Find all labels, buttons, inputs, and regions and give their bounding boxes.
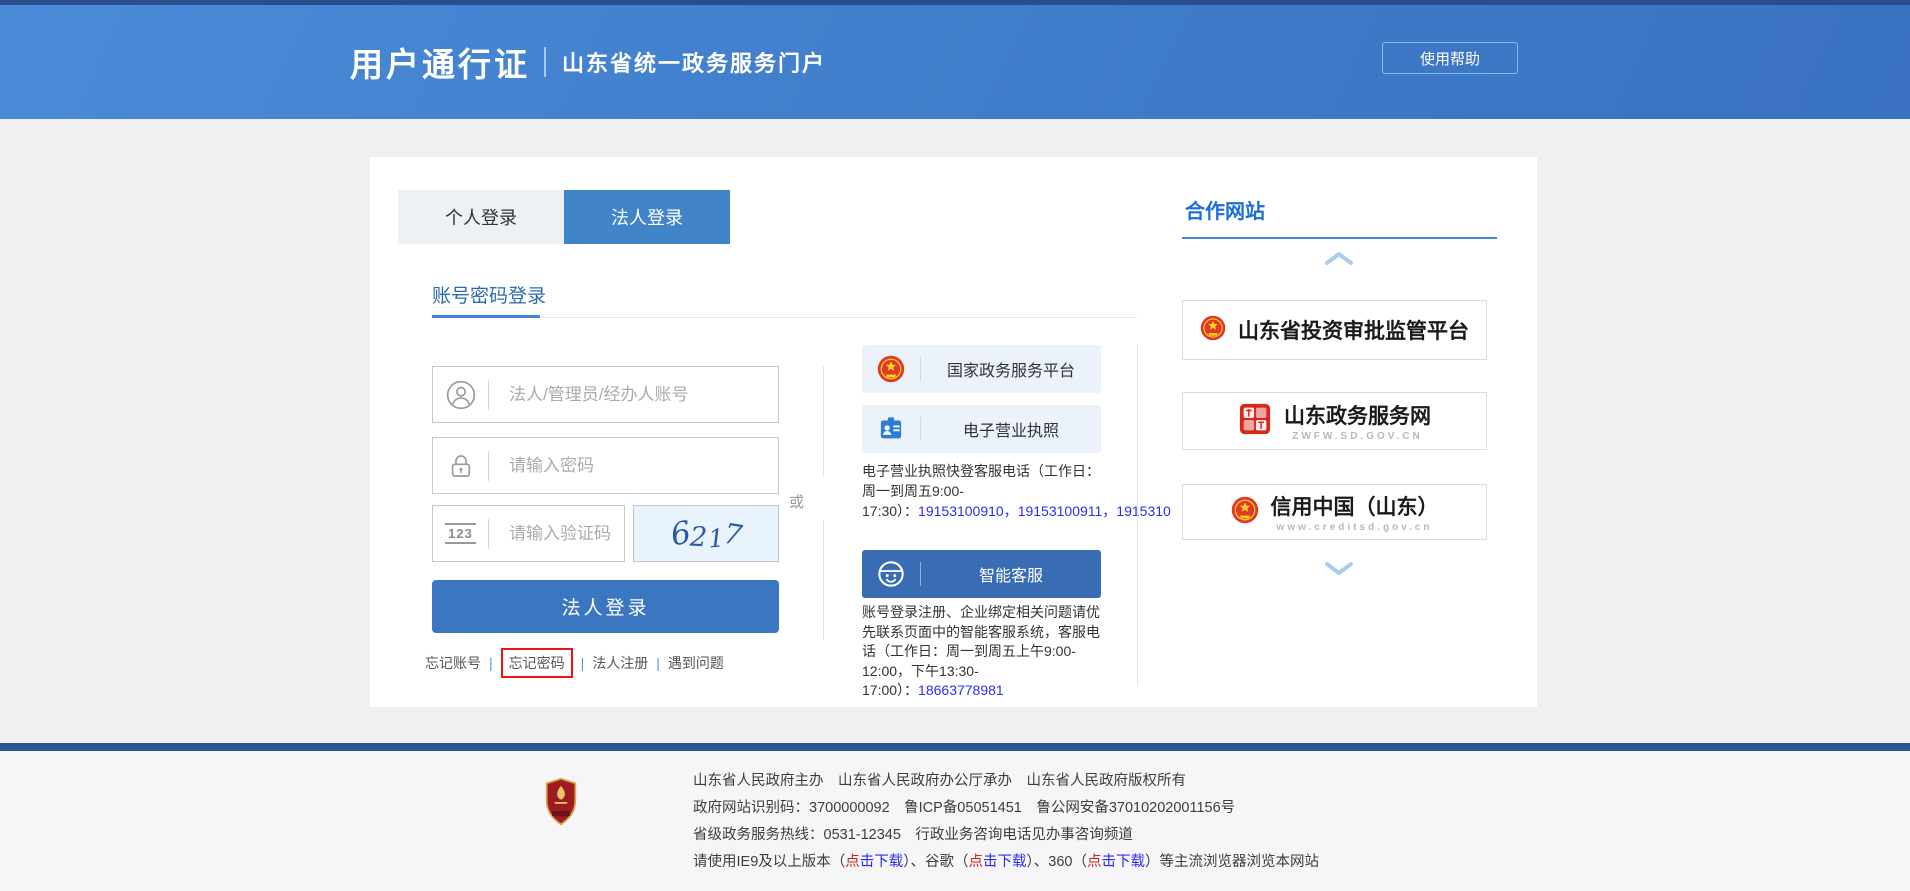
section-title: 账号密码登录 <box>432 281 546 308</box>
partner-sites-underline <box>1182 237 1497 239</box>
elicense-badge-icon <box>862 415 920 443</box>
account-input[interactable] <box>489 385 778 405</box>
smart-service-note: 账号登录注册、企业绑定相关问题请优 先联系页面中的智能客服系统，客服电 话（工作… <box>862 603 1114 701</box>
download-link-ie[interactable]: 点击下载 <box>845 854 903 870</box>
partner-site-investment-platform[interactable]: 山东省投资审批监管平台 <box>1182 300 1487 360</box>
chevron-up-icon[interactable] <box>1324 250 1354 266</box>
helper-links: 忘记账号 | 忘记密码 | 法人注册 | 遇到问题 <box>425 647 724 679</box>
login-card: 个人登录 法人登录 账号密码登录 123 <box>370 157 1537 707</box>
met-problem-link[interactable]: 遇到问题 <box>668 653 724 673</box>
partner-site-label: 信用中国（山东） <box>1271 491 1439 521</box>
partner-site-url: www.creditsd.gov.cn <box>1277 522 1433 533</box>
national-emblem-icon <box>862 355 920 383</box>
note-line: 周一到周五9:00- <box>862 481 1188 501</box>
captcha-123-icon: 123 <box>433 523 488 544</box>
zwfw-seal-icon <box>1238 402 1272 441</box>
captcha-field[interactable]: 123 <box>432 505 625 562</box>
smart-service-button[interactable]: 智能客服 <box>862 550 1101 598</box>
note-line: 账号登录注册、企业绑定相关问题请优 <box>862 603 1114 623</box>
elicense-note: 电子营业执照快登客服电话（工作日： 周一到周五9:00- 17:30）：1915… <box>862 461 1188 521</box>
footer-line-4: 请使用IE9及以上版本（点击下载）、谷歌（点击下载）、360（点击下载）等主流浏… <box>693 849 1319 876</box>
partner-site-label: 山东省投资审批监管平台 <box>1238 315 1469 345</box>
footer: 山东省人民政府主办 山东省人民政府办公厅承办 山东省人民政府版权所有 政府网站识… <box>0 751 1910 891</box>
brand-group: 用户通行证 山东省统一政务服务门户 <box>350 5 826 119</box>
help-button[interactable]: 使用帮助 <box>1382 42 1518 74</box>
footer-line-2: 政府网站识别码：3700000092 鲁ICP备05051451 鲁公网安备37… <box>693 795 1319 822</box>
elicense-button[interactable]: 电子营业执照 <box>862 405 1101 453</box>
note-line: 17:00）：18663778981 <box>862 681 1114 701</box>
column-divider <box>823 520 824 640</box>
link-separator: | <box>581 655 585 671</box>
lock-icon <box>433 451 488 481</box>
download-link-360[interactable]: 点击下载 <box>1087 854 1145 870</box>
link-separator: | <box>489 655 493 671</box>
column-divider <box>823 366 824 477</box>
password-field[interactable] <box>432 437 779 494</box>
partner-site-text: 信用中国（山东） www.creditsd.gov.cn <box>1271 491 1439 533</box>
section-underline <box>432 315 540 318</box>
link-separator: | <box>656 655 660 671</box>
smart-service-robot-icon <box>862 559 920 589</box>
partner-site-credit-china[interactable]: 信用中国（山东） www.creditsd.gov.cn <box>1182 484 1487 540</box>
smart-service-phone-link[interactable]: 18663778981 <box>918 682 1004 698</box>
captcha-image[interactable]: 6217 <box>633 505 779 562</box>
national-platform-label: 国家政务服务平台 <box>921 357 1101 381</box>
partner-site-label: 山东政务服务网 <box>1284 400 1431 430</box>
captcha-input[interactable] <box>489 524 624 544</box>
brand-divider <box>544 47 546 77</box>
partner-site-url: ZWFW.SD.GOV.CN <box>1292 431 1423 442</box>
smart-service-label: 智能客服 <box>921 562 1101 586</box>
footer-line-1: 山东省人民政府主办 山东省人民政府办公厅承办 山东省人民政府版权所有 <box>693 768 1319 795</box>
header: 用户通行证 山东省统一政务服务门户 使用帮助 <box>0 5 1910 119</box>
national-platform-button[interactable]: 国家政务服务平台 <box>862 345 1101 393</box>
national-emblem-icon <box>1200 315 1226 346</box>
elicense-label: 电子营业执照 <box>921 417 1101 441</box>
footer-line-3: 省级政务服务热线：0531-12345 行政业务咨询电话见办事咨询频道 <box>693 822 1319 849</box>
forgot-password-link[interactable]: 忘记密码 <box>509 655 565 671</box>
national-emblem-icon <box>1231 496 1259 529</box>
forgot-account-link[interactable]: 忘记账号 <box>425 653 481 673</box>
legal-login-button[interactable]: 法人登录 <box>432 580 779 633</box>
password-input[interactable] <box>489 456 778 476</box>
note-line: 话（工作日：周一到周五上午9:00- <box>862 642 1114 662</box>
footer-divider-bar <box>0 743 1910 751</box>
note-line: 电子营业执照快登客服电话（工作日： <box>862 461 1188 481</box>
column-divider <box>1137 345 1138 686</box>
captcha-code: 6217 <box>671 516 742 552</box>
partner-sites-title: 合作网站 <box>1185 195 1265 224</box>
chevron-down-icon[interactable] <box>1324 561 1354 577</box>
or-label: 或 <box>789 491 804 512</box>
download-link-chrome[interactable]: 点击下载 <box>969 854 1027 870</box>
elicense-phone-links[interactable]: 19153100910，19153100911，1915310 <box>918 503 1171 519</box>
note-line: 12:00，下午13:30- <box>862 662 1114 682</box>
tab-personal-login[interactable]: 个人登录 <box>398 190 564 244</box>
account-field[interactable] <box>432 366 779 423</box>
screen: 用户通行证 山东省统一政务服务门户 使用帮助 个人登录 法人登录 账号密码登录 <box>0 0 1910 891</box>
legal-register-link[interactable]: 法人注册 <box>592 653 648 673</box>
annotation-highlight-box: 忘记密码 <box>501 648 573 678</box>
user-icon <box>433 380 488 410</box>
note-line: 17:30）：19153100910，19153100911，1915310 <box>862 501 1188 521</box>
partner-site-text: 山东政务服务网 ZWFW.SD.GOV.CN <box>1284 400 1431 442</box>
portal-title: 山东省统一政务服务门户 <box>562 46 826 78</box>
tab-legal-login[interactable]: 法人登录 <box>564 190 730 244</box>
note-line: 先联系页面中的智能客服系统，客服电 <box>862 623 1114 643</box>
footer-text: 山东省人民政府主办 山东省人民政府办公厅承办 山东省人民政府版权所有 政府网站识… <box>693 768 1319 876</box>
partner-site-zwfw[interactable]: 山东政务服务网 ZWFW.SD.GOV.CN <box>1182 392 1487 450</box>
gov-badge-shield-icon <box>542 777 580 832</box>
brand-title: 用户通行证 <box>350 38 530 86</box>
login-tabs: 个人登录 法人登录 <box>398 190 730 244</box>
